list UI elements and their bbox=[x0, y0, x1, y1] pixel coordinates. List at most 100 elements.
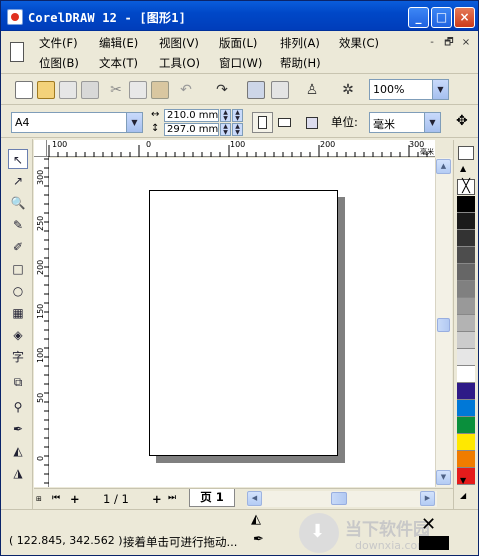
color-swatch[interactable] bbox=[457, 366, 475, 383]
ruler-origin[interactable] bbox=[34, 140, 47, 157]
palette-scroll-up-icon[interactable]: ▲ bbox=[460, 164, 466, 173]
fill-tool[interactable]: ◭ bbox=[8, 441, 28, 461]
horizontal-scrollbar[interactable]: ◀ ▶ bbox=[247, 491, 437, 507]
zoom-tool[interactable]: 🔍 bbox=[8, 193, 28, 213]
page-size-select[interactable]: A4 ▼ bbox=[11, 112, 143, 133]
zoom-level-select[interactable]: 100% ▼ bbox=[369, 79, 449, 100]
undo-icon[interactable]: ↶ bbox=[177, 81, 195, 99]
vertical-scroll-thumb[interactable] bbox=[437, 318, 450, 332]
chevron-down-icon[interactable]: ▼ bbox=[432, 80, 448, 99]
color-swatch[interactable] bbox=[457, 349, 475, 366]
menu-edit[interactable]: 编辑(E) bbox=[99, 35, 138, 51]
menu-arrange[interactable]: 排列(A) bbox=[280, 35, 320, 51]
chevron-down-icon[interactable]: ▼ bbox=[424, 113, 440, 132]
palette-expand-icon[interactable]: ◢ bbox=[460, 491, 466, 500]
width-spinner[interactable]: ▲ ▼ bbox=[220, 109, 231, 122]
color-swatch[interactable] bbox=[457, 434, 475, 451]
color-swatch[interactable] bbox=[457, 383, 475, 400]
color-swatch[interactable] bbox=[457, 264, 475, 281]
palette-scroll-down-icon[interactable]: ▼ bbox=[460, 476, 466, 485]
palette-options-icon[interactable] bbox=[458, 146, 474, 160]
horizontal-scroll-thumb[interactable] bbox=[331, 492, 347, 505]
freehand-tool[interactable]: ✎ bbox=[8, 215, 28, 235]
minimize-button[interactable]: _ bbox=[408, 7, 429, 28]
color-swatch[interactable] bbox=[457, 332, 475, 349]
mdi-minimize-button[interactable]: - bbox=[425, 37, 439, 49]
maximize-button[interactable]: □ bbox=[431, 7, 452, 28]
import-icon[interactable] bbox=[247, 81, 265, 99]
color-swatch[interactable] bbox=[457, 315, 475, 332]
text-tool[interactable]: 字 bbox=[8, 347, 28, 367]
menu-effects[interactable]: 效果(C) bbox=[339, 35, 379, 51]
cut-icon[interactable]: ✂ bbox=[107, 81, 125, 99]
color-swatch[interactable] bbox=[457, 281, 475, 298]
units-select[interactable]: 毫米 ▼ bbox=[369, 112, 441, 133]
color-swatch[interactable] bbox=[457, 213, 475, 230]
menu-layout[interactable]: 版面(L) bbox=[219, 35, 257, 51]
mdi-restore-button[interactable]: 🗗 bbox=[442, 37, 456, 49]
document-icon[interactable] bbox=[10, 42, 24, 62]
basic-shapes-tool[interactable]: ◈ bbox=[8, 325, 28, 345]
scroll-right-button[interactable]: ▶ bbox=[420, 491, 435, 506]
paste-icon[interactable] bbox=[151, 81, 169, 99]
landscape-button[interactable] bbox=[274, 112, 295, 133]
add-page-before-button[interactable]: + bbox=[70, 492, 80, 506]
first-page-icon[interactable]: ⏮ bbox=[52, 493, 60, 503]
no-fill-swatch[interactable]: ╳ bbox=[457, 179, 475, 195]
height-spinner[interactable]: ▲ ▼ bbox=[220, 123, 231, 136]
scroll-up-button[interactable]: ▲ bbox=[436, 159, 451, 174]
horizontal-ruler[interactable]: 100 0 100 200 300 毫米 bbox=[47, 140, 435, 157]
title-bar[interactable]: CorelDRAW 12 - [图形1] _ □ × bbox=[1, 1, 478, 31]
vertical-ruler[interactable]: 300 250 200 150 100 50 0 bbox=[34, 157, 49, 487]
page-width-input[interactable]: 210.0 mm bbox=[164, 109, 219, 122]
color-swatch[interactable] bbox=[457, 298, 475, 315]
color-swatch[interactable] bbox=[457, 451, 475, 468]
outline-tool[interactable]: ✒ bbox=[8, 419, 28, 439]
menu-window[interactable]: 窗口(W) bbox=[219, 55, 262, 71]
app-launcher-icon[interactable]: ♙ bbox=[303, 81, 321, 99]
new-icon[interactable] bbox=[15, 81, 33, 99]
page-tab-1[interactable]: 页 1 bbox=[189, 489, 235, 507]
ellipse-tool[interactable]: ○ bbox=[8, 281, 28, 301]
last-page-icon[interactable]: ⏭ bbox=[168, 493, 176, 503]
color-swatch[interactable] bbox=[457, 196, 475, 213]
menu-file[interactable]: 文件(F) bbox=[39, 35, 78, 51]
mdi-close-button[interactable]: × bbox=[459, 37, 473, 49]
page-height-input[interactable]: 297.0 mm bbox=[164, 123, 219, 136]
add-page-after-button[interactable]: + bbox=[152, 492, 162, 506]
menu-tools[interactable]: 工具(O) bbox=[159, 55, 200, 71]
coreldraw-app-icon[interactable] bbox=[7, 9, 23, 25]
chevron-down-icon[interactable]: ▼ bbox=[126, 113, 142, 132]
menu-help[interactable]: 帮助(H) bbox=[280, 55, 321, 71]
copy-icon[interactable] bbox=[129, 81, 147, 99]
page-layout-icon[interactable] bbox=[301, 112, 322, 133]
interactive-fill-tool[interactable]: ◮ bbox=[8, 463, 28, 483]
rectangle-tool[interactable]: □ bbox=[8, 259, 28, 279]
portrait-button[interactable] bbox=[252, 112, 273, 133]
menu-view[interactable]: 视图(V) bbox=[159, 35, 199, 51]
open-icon[interactable] bbox=[37, 81, 55, 99]
corel-online-icon[interactable]: ✲ bbox=[339, 81, 357, 99]
pick-tool[interactable]: ↖ bbox=[8, 149, 28, 169]
menu-text[interactable]: 文本(T) bbox=[99, 55, 138, 71]
export-icon[interactable] bbox=[271, 81, 289, 99]
polygon-tool[interactable]: ▦ bbox=[8, 303, 28, 323]
eyedropper-tool[interactable]: ⚲ bbox=[8, 397, 28, 417]
close-button[interactable]: × bbox=[454, 7, 475, 28]
nudge-icon[interactable]: ✥ bbox=[456, 113, 468, 129]
smart-drawing-tool[interactable]: ✐ bbox=[8, 237, 28, 257]
redo-icon[interactable]: ↷ bbox=[213, 81, 231, 99]
shape-tool[interactable]: ↗ bbox=[8, 171, 28, 191]
scroll-left-button[interactable]: ◀ bbox=[247, 491, 262, 506]
scroll-down-button[interactable]: ▼ bbox=[436, 470, 451, 485]
color-swatch[interactable] bbox=[457, 230, 475, 247]
color-swatch[interactable] bbox=[457, 417, 475, 434]
document-page[interactable] bbox=[149, 190, 338, 456]
color-swatch[interactable] bbox=[457, 400, 475, 417]
vertical-scrollbar[interactable]: ▲ ▼ bbox=[435, 158, 452, 487]
width-spinner-2[interactable]: ▲ ▼ bbox=[232, 109, 243, 122]
save-icon[interactable] bbox=[59, 81, 77, 99]
color-swatch[interactable] bbox=[457, 247, 475, 264]
print-icon[interactable] bbox=[81, 81, 99, 99]
menu-bitmaps[interactable]: 位图(B) bbox=[39, 55, 79, 71]
